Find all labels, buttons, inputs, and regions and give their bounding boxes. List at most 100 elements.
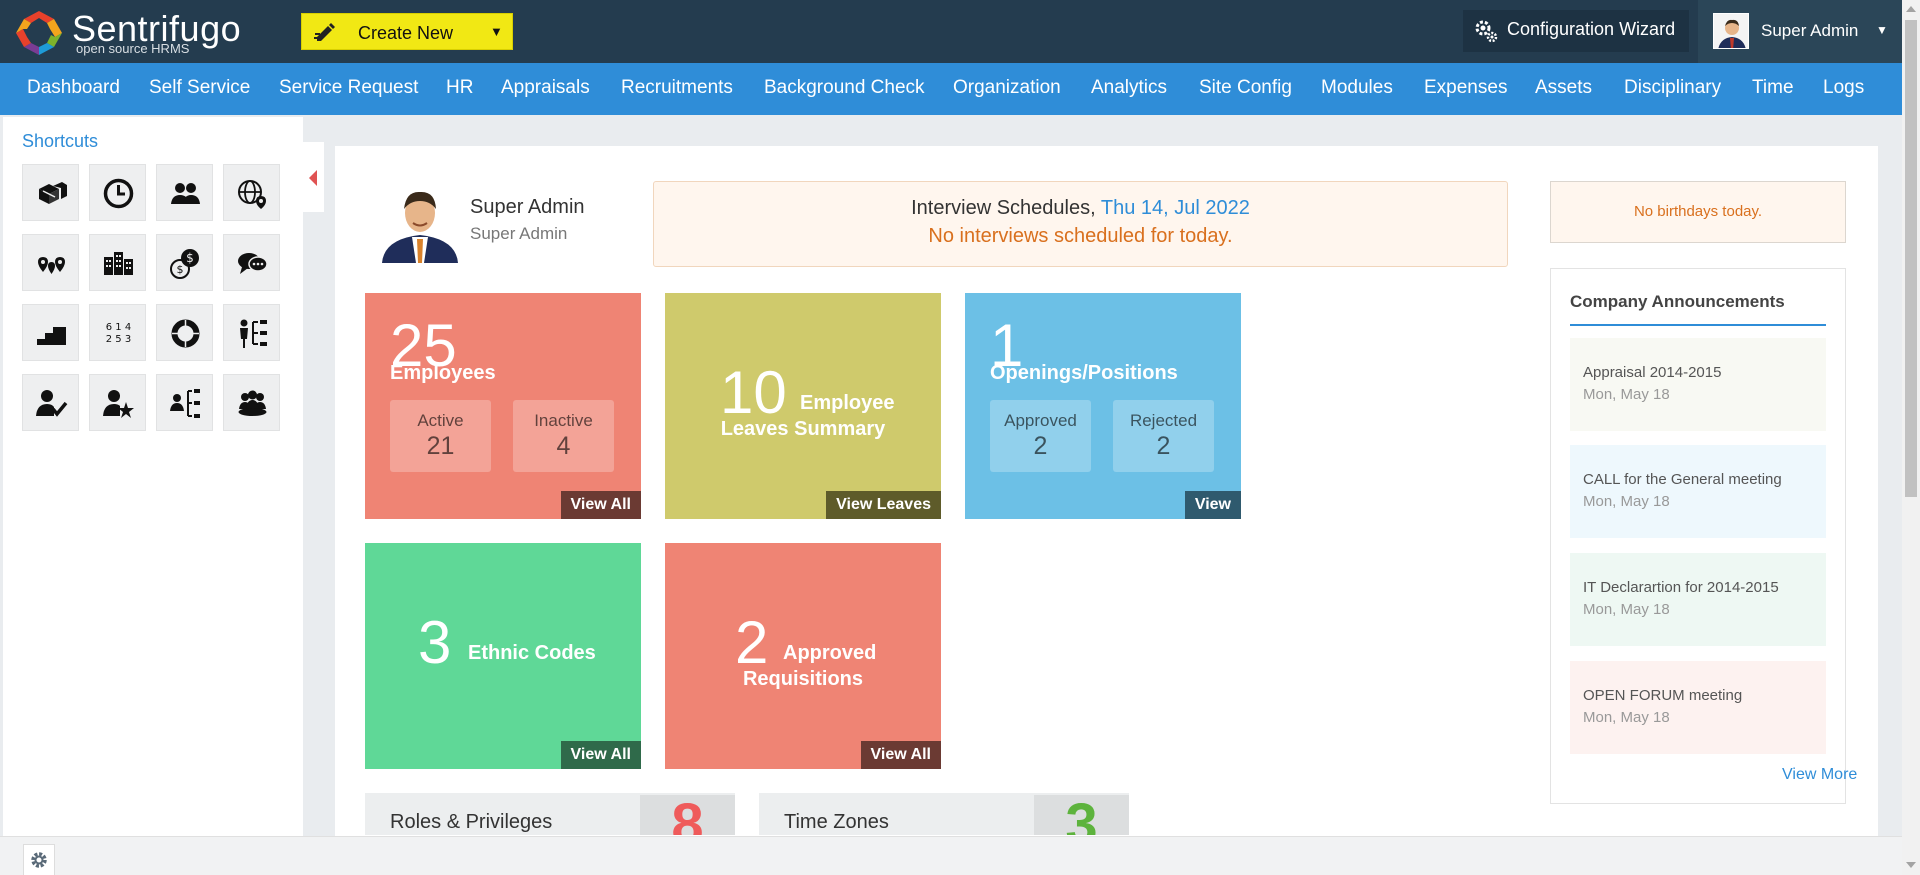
shortcut-numbers[interactable]: 6 1 42 5 3 [89,304,146,361]
openings-label: Openings/Positions [990,362,1178,384]
nav-appraisals[interactable]: Appraisals [501,77,590,99]
bottom-bar [0,836,1902,875]
shortcut-geo[interactable] [223,164,280,221]
logo-subtitle: open source HRMS [76,41,190,56]
shortcut-levels[interactable] [22,304,79,361]
ring-icon [171,319,200,348]
money-bag-icon: $$ [170,249,199,279]
requisitions-view-all-button[interactable]: View All [860,741,941,769]
announcement-title: IT Declarartion for 2014-2015 [1583,579,1779,596]
pen-icon [314,23,335,41]
scroll-up-arrow-icon[interactable] [1906,6,1916,12]
shortcut-team[interactable] [223,374,280,431]
nav-hr[interactable]: HR [446,77,473,99]
time-zones-stat[interactable]: Time Zones 3 [759,793,1129,835]
approved-openings-box: Approved 2 [990,400,1091,472]
shortcut-users[interactable] [156,164,213,221]
shortcut-buildings[interactable] [89,234,146,291]
leaves-label-line1: Employee [800,392,895,414]
announcement-item[interactable]: OPEN FORUM meeting Mon, May 18 [1570,661,1826,754]
announcement-item[interactable]: IT Declarartion for 2014-2015 Mon, May 1… [1570,553,1826,646]
nav-logs[interactable]: Logs [1823,77,1864,99]
shortcut-boxes[interactable] [22,164,79,221]
requisitions-label-line1: Approved [783,642,877,664]
configuration-wizard-button[interactable]: Configuration Wizard [1463,10,1689,52]
rejected-count: 2 [1156,432,1171,460]
shortcut-money[interactable]: $ $ [156,234,213,291]
ethnic-codes-view-all-button[interactable]: View All [560,741,641,769]
buildings-icon [104,252,133,275]
create-new-label: Create New [358,23,454,43]
ethnic-codes-label: Ethnic Codes [468,642,596,664]
announcement-title: CALL for the General meeting [1583,471,1782,488]
employees-view-all-button[interactable]: View All [560,491,641,519]
caret-left-icon [309,170,317,186]
sidebar-collapse-toggle[interactable] [302,142,324,212]
svg-text:6 1 4: 6 1 4 [106,322,131,333]
birthdays-message: No birthdays today. [1633,203,1763,220]
avatar [1713,13,1749,49]
user-menu[interactable]: Super Admin ▼ [1698,0,1903,63]
nav-analytics[interactable]: Analytics [1091,77,1167,99]
shortcut-user-star[interactable] [89,374,146,431]
page-scrollbar[interactable] [1902,0,1920,875]
openings-view-button[interactable]: View [1184,491,1241,519]
announcement-date: Mon, May 18 [1583,709,1670,726]
profile-name: Super Admin [470,196,585,218]
nav-organization[interactable]: Organization [953,77,1061,99]
settings-button[interactable] [23,844,55,875]
shortcut-org-chart[interactable] [156,374,213,431]
roles-privileges-stat[interactable]: Roles & Privileges 8 [365,793,735,835]
shortcut-user-check[interactable] [22,374,79,431]
nav-modules[interactable]: Modules [1321,77,1393,99]
scrollbar-thumb[interactable] [1905,20,1917,497]
shortcut-ring[interactable] [156,304,213,361]
nav-background-check[interactable]: Background Check [764,77,925,99]
announcement-title: Appraisal 2014-2015 [1583,364,1722,381]
interview-heading-label: Interview Schedules, [911,197,1096,219]
globe-pin-icon [238,180,266,209]
leaves-summary-tile: 10 Employee Leaves Summary View Leaves [665,293,941,519]
chevron-down-icon: ▼ [1876,23,1888,37]
numbers-icon: 6 1 42 5 3 [106,322,131,345]
announcements-title: Company Announcements [1570,292,1785,311]
profile-photo [380,181,460,263]
nav-expenses[interactable]: Expenses [1424,77,1507,99]
announcement-title: OPEN FORUM meeting [1583,687,1743,704]
scroll-down-arrow-icon[interactable] [1906,862,1916,868]
approved-requisitions-tile: 2 Approved Requisitions View All [665,543,941,769]
requisitions-label-line2: Requisitions [742,668,863,690]
nav-time[interactable]: Time [1752,77,1794,99]
sentrifugo-logo[interactable]: Sentrifugo open source HRMS [14,9,254,57]
nav-recruitments[interactable]: Recruitments [621,77,733,99]
nav-disciplinary[interactable]: Disciplinary [1624,77,1721,99]
shortcut-hierarchy[interactable] [223,304,280,361]
shortcut-locations[interactable] [22,234,79,291]
nav-site-config[interactable]: Site Config [1199,77,1292,99]
announcement-date: Mon, May 18 [1583,493,1670,510]
employees-tile: 25 Employees Active 21 Inactive 4 View A… [365,293,641,519]
announcement-item[interactable]: CALL for the General meeting Mon, May 18 [1570,445,1826,538]
view-more-link[interactable]: View More [1782,766,1857,784]
create-new-button[interactable]: Create New ▼ [301,13,513,50]
interview-schedules-box: Interview Schedules, Thu 14, Jul 2022 No… [653,181,1508,267]
announcement-item[interactable]: Appraisal 2014-2015 Mon, May 18 [1570,338,1826,431]
active-count: 21 [426,432,455,460]
shortcut-chat[interactable] [223,234,280,291]
nav-self-service[interactable]: Self Service [149,77,250,99]
configuration-wizard-label: Configuration Wizard [1507,19,1676,39]
roles-privileges-label: Roles & Privileges [390,811,553,833]
nav-assets[interactable]: Assets [1535,77,1592,99]
shortcut-time[interactable] [89,164,146,221]
chat-icon [238,253,268,274]
map-pins-icon [38,257,65,274]
interview-date: Thu 14, Jul 2022 [1100,197,1250,219]
approved-count: 2 [1033,432,1048,460]
active-label: Active [417,411,464,430]
nav-dashboard[interactable]: Dashboard [27,77,120,99]
view-leaves-button[interactable]: View Leaves [826,491,941,519]
nav-service-request[interactable]: Service Request [279,77,418,99]
birthdays-box: No birthdays today. [1550,181,1846,243]
user-name: Super Admin [1761,21,1859,40]
main-navigation: Dashboard Self Service Service Request H… [0,63,1902,115]
